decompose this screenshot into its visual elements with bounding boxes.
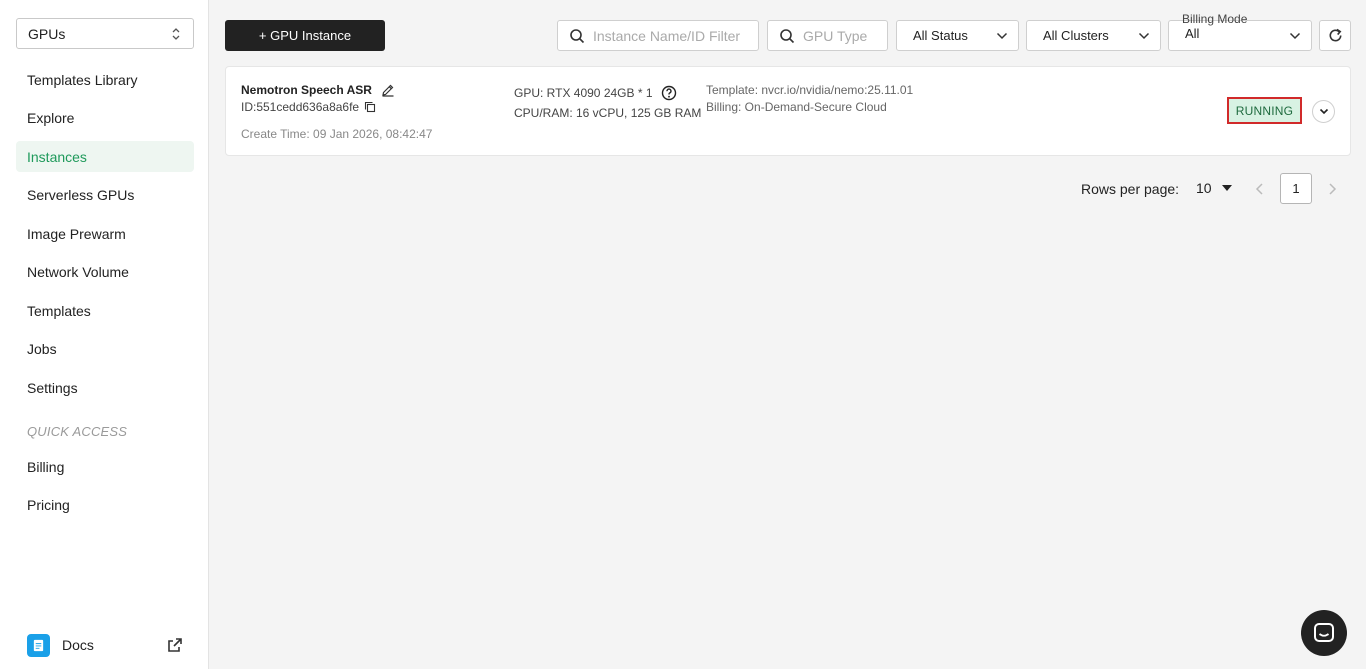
chat-launcher-button[interactable] xyxy=(1301,610,1347,656)
instance-create-time: Create Time: 09 Jan 2026, 08:42:47 xyxy=(241,127,433,141)
instance-template: Template: nvcr.io/nvidia/nemo:25.11.01 xyxy=(706,83,914,97)
sidebar-item-image-prewarm[interactable]: Image Prewarm xyxy=(16,218,194,249)
add-gpu-instance-button[interactable]: + GPU Instance xyxy=(225,20,385,51)
help-icon[interactable] xyxy=(661,85,677,101)
billing-mode-value: All xyxy=(1185,26,1200,41)
document-icon xyxy=(27,633,50,657)
rows-per-page-label: Rows per page: xyxy=(1081,181,1180,197)
caret-down-icon xyxy=(1221,185,1232,191)
quick-access-nav: Billing Pricing xyxy=(16,451,194,528)
rows-per-page-value: 10 xyxy=(1196,180,1212,196)
instance-card[interactable]: Nemotron Speech ASR ID:551cedd636a8a6fe … xyxy=(225,66,1351,156)
search-icon xyxy=(570,28,585,43)
sidebar-item-instances[interactable]: Instances xyxy=(16,141,194,172)
instance-gpu-row: GPU: RTX 4090 24GB * 1 xyxy=(514,85,677,101)
previous-page-icon[interactable] xyxy=(1254,182,1266,196)
sidebar-item-serverless-gpus[interactable]: Serverless GPUs xyxy=(16,180,194,211)
gpu-type-field[interactable] xyxy=(767,20,888,51)
docs-label: Docs xyxy=(62,637,94,653)
rows-per-page-select[interactable]: 10 xyxy=(1196,180,1232,196)
search-icon xyxy=(780,28,795,43)
sidebar-item-label: Billing xyxy=(27,458,65,475)
chevron-up-down-icon xyxy=(172,27,180,40)
chevron-down-icon xyxy=(996,32,1008,39)
instance-id-row: ID:551cedd636a8a6fe xyxy=(241,100,376,114)
status-dropdown[interactable]: All Status xyxy=(896,20,1019,51)
status-dropdown-value: All Status xyxy=(913,28,968,43)
quick-access-heading: QUICK ACCESS xyxy=(27,424,128,439)
expand-button[interactable] xyxy=(1312,100,1335,123)
instance-id: ID:551cedd636a8a6fe xyxy=(241,100,360,114)
chevron-down-icon xyxy=(1138,32,1150,39)
chevron-down-icon xyxy=(1289,32,1301,39)
billing-mode-label: Billing Mode xyxy=(1182,12,1248,26)
sidebar-item-jobs[interactable]: Jobs xyxy=(16,334,194,365)
sidebar-item-label: Jobs xyxy=(27,341,57,357)
instance-filter-input[interactable] xyxy=(593,27,758,44)
sidebar-item-label: Serverless GPUs xyxy=(27,187,135,203)
next-page-icon[interactable] xyxy=(1326,182,1338,196)
sidebar-nav: Templates Library Explore Instances Serv… xyxy=(16,64,194,411)
sidebar-item-label: Pricing xyxy=(27,497,70,513)
gpu-type-input[interactable] xyxy=(803,27,887,44)
sidebar-item-label: Templates Library xyxy=(27,71,138,88)
product-selector[interactable]: GPUs xyxy=(16,18,194,49)
sidebar-item-label: Templates xyxy=(27,302,91,319)
clusters-dropdown-value: All Clusters xyxy=(1043,28,1109,43)
sidebar-item-templates-library[interactable]: Templates Library xyxy=(16,64,194,95)
edit-icon[interactable] xyxy=(381,83,395,97)
page-button[interactable]: 1 xyxy=(1280,173,1312,204)
instance-filter-field[interactable] xyxy=(557,20,759,51)
refresh-icon xyxy=(1329,28,1341,42)
sidebar-item-explore[interactable]: Explore xyxy=(16,103,194,134)
sidebar-item-label: Image Prewarm xyxy=(27,225,126,242)
chat-icon xyxy=(1314,623,1334,642)
instance-cpu-ram: CPU/RAM: 16 vCPU, 125 GB RAM xyxy=(514,106,702,120)
external-link-icon xyxy=(168,638,182,652)
product-selector-value: GPUs xyxy=(28,25,66,42)
instance-name: Nemotron Speech ASR xyxy=(241,83,372,97)
instance-billing: Billing: On-Demand-Secure Cloud xyxy=(706,100,887,114)
sidebar-item-label: Network Volume xyxy=(27,264,129,280)
sidebar-item-label: Settings xyxy=(27,379,78,396)
status-badge: RUNNING xyxy=(1227,97,1302,124)
instance-name-row: Nemotron Speech ASR xyxy=(241,83,395,97)
docs-link[interactable]: Docs xyxy=(27,633,183,657)
sidebar-item-billing[interactable]: Billing xyxy=(16,451,194,482)
sidebar-item-settings[interactable]: Settings xyxy=(16,372,194,403)
chevron-down-icon xyxy=(1319,108,1328,115)
sidebar-item-network-volume[interactable]: Network Volume xyxy=(16,257,194,288)
sidebar-item-pricing[interactable]: Pricing xyxy=(16,490,194,521)
refresh-button[interactable] xyxy=(1319,20,1351,51)
sidebar-item-label: Instances xyxy=(27,148,87,165)
sidebar-item-templates[interactable]: Templates xyxy=(16,295,194,326)
clusters-dropdown[interactable]: All Clusters xyxy=(1026,20,1161,51)
copy-icon[interactable] xyxy=(364,101,376,113)
instance-gpu: GPU: RTX 4090 24GB * 1 xyxy=(514,86,653,100)
sidebar-item-label: Explore xyxy=(27,110,75,126)
sidebar: GPUs Templates Library Explore Instances… xyxy=(0,0,209,669)
